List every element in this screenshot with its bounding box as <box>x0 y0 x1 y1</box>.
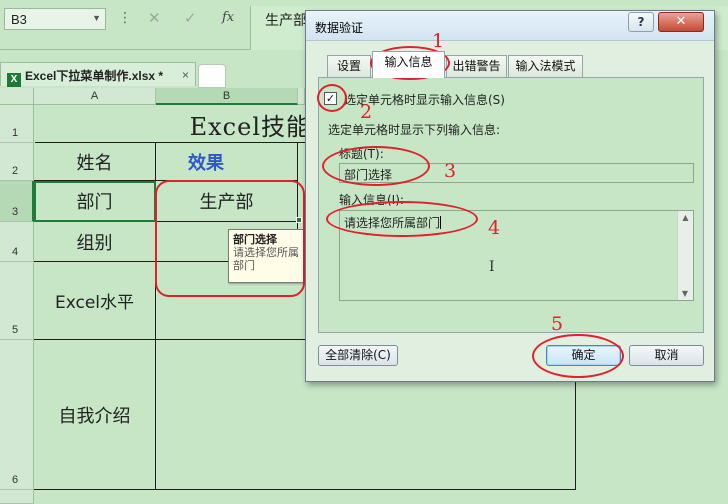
help-button[interactable]: ? <box>628 12 654 32</box>
row-header-2[interactable]: 2 <box>0 143 34 181</box>
annotation-number-4: 4 <box>488 217 501 239</box>
tab-ime-mode[interactable]: 输入法模式 <box>508 55 583 77</box>
column-header-b[interactable]: B <box>156 88 298 105</box>
clear-all-button[interactable]: 全部清除(C) <box>318 345 398 366</box>
title-field-label: 标题(T): <box>339 147 384 161</box>
text-cursor <box>440 216 442 229</box>
close-dialog-button[interactable]: ✕ <box>658 12 704 32</box>
row-header-6[interactable]: 6 <box>0 340 34 490</box>
annotation-number-2: 2 <box>360 101 373 123</box>
message-textarea[interactable]: 请选择您所属部门 ▲ ▼ <box>339 210 694 301</box>
tab-input-message[interactable]: 输入信息 <box>372 51 445 78</box>
ok-button[interactable]: 确定 <box>546 345 621 366</box>
workbook-tab[interactable]: X Excel下拉菜单制作.xlsx * × <box>0 62 196 87</box>
data-validation-dialog: 数据验证 ? ✕ 设置 输入信息 出错警告 输入法模式 ✓ 选定单元格时显示输入… <box>305 10 715 382</box>
tooltip-message: 请选择您所属部门 <box>233 246 299 272</box>
workbook-tab-label: Excel下拉菜单制作.xlsx * <box>25 69 164 83</box>
annotation-number-3: 3 <box>444 160 457 182</box>
input-message-subtitle: 选定单元格时显示下列输入信息: <box>328 123 501 137</box>
column-header-a[interactable]: A <box>34 88 156 105</box>
tooltip-title: 部门选择 <box>233 233 277 246</box>
row-header-4[interactable]: 4 <box>0 222 34 262</box>
scroll-down-icon[interactable]: ▼ <box>678 289 692 298</box>
formula-bar-grip-icon: ⋮ <box>118 10 132 26</box>
new-tab-button[interactable] <box>198 64 226 88</box>
tab-settings[interactable]: 设置 <box>327 55 371 77</box>
row-header-7[interactable] <box>0 490 34 504</box>
insert-function-icon[interactable]: fx <box>222 10 234 25</box>
row-header-5[interactable]: 5 <box>0 262 34 340</box>
cell-b2[interactable]: 效果 <box>156 143 298 181</box>
fill-handle[interactable] <box>296 217 302 223</box>
sheet-title-cell[interactable]: Excel技能 <box>35 106 311 143</box>
column-header-c[interactable] <box>298 88 305 105</box>
message-text: 请选择您所属部门 <box>344 216 441 230</box>
dialog-title-bar: 数据验证 ? ✕ <box>306 11 714 41</box>
cell-a6[interactable]: 自我介绍 <box>34 340 156 490</box>
cell-a4[interactable]: 组别 <box>34 222 156 262</box>
message-field-label: 输入信息(I): <box>339 193 404 207</box>
name-box[interactable]: B3 ▼ <box>4 8 106 30</box>
cancel-button[interactable]: 取消 <box>629 345 704 366</box>
tab-error-alert[interactable]: 出错警告 <box>446 55 507 77</box>
select-all-corner[interactable] <box>0 88 34 105</box>
active-cell-border <box>34 181 156 222</box>
close-tab-icon[interactable]: × <box>182 68 189 82</box>
dialog-title: 数据验证 <box>315 21 364 35</box>
show-input-message-checkbox[interactable]: ✓ <box>324 92 337 105</box>
annotation-number-1: 1 <box>432 30 445 52</box>
ibeam-cursor-icon: I <box>489 259 495 275</box>
cell-b3[interactable]: 生产部 <box>156 181 298 222</box>
annotation-number-5: 5 <box>551 313 564 335</box>
title-input[interactable]: 部门选择 <box>339 163 694 183</box>
row-header-3[interactable]: 3 <box>0 181 34 222</box>
cell-a5[interactable]: Excel水平 <box>34 262 156 340</box>
scroll-up-icon[interactable]: ▲ <box>678 213 693 222</box>
input-message-tooltip: 部门选择 请选择您所属部门 <box>228 229 304 283</box>
chevron-down-icon[interactable]: ▼ <box>92 13 101 23</box>
excel-file-icon: X <box>7 73 21 87</box>
cell-a2[interactable]: 姓名 <box>34 143 156 181</box>
message-scrollbar[interactable]: ▲ ▼ <box>677 211 693 300</box>
cancel-entry-icon[interactable]: ✕ <box>148 9 161 27</box>
row-header-1[interactable]: 1 <box>0 105 34 143</box>
name-box-value: B3 <box>11 12 27 27</box>
enter-entry-icon[interactable]: ✓ <box>184 9 197 27</box>
